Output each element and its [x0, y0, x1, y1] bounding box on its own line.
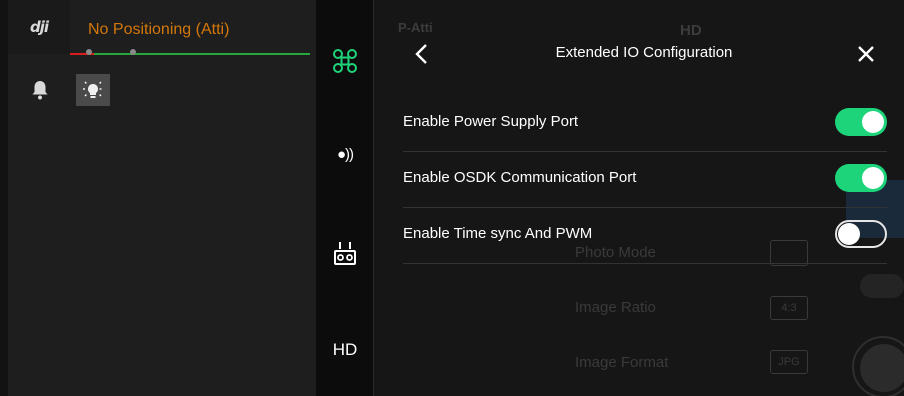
toggle-knob: [862, 167, 884, 189]
bg-image-format: Image Format: [575, 354, 669, 371]
bg-image-format-value: JPG: [770, 350, 808, 374]
hd-link-icon[interactable]: HD: [316, 340, 374, 360]
bg-hd-indicator: HD: [680, 22, 702, 39]
bg-image-ratio-value: 4:3: [770, 296, 808, 320]
osdk-port-label: Enable OSDK Communication Port: [403, 169, 637, 186]
power-supply-label: Enable Power Supply Port: [403, 113, 579, 130]
status-dot: [86, 49, 92, 55]
time-sync-label: Enable Time sync And PWM: [403, 225, 593, 242]
toggle-knob: [862, 111, 884, 133]
left-status-panel: [8, 0, 316, 396]
bg-image-ratio: Image Ratio: [575, 299, 656, 316]
bg-flight-mode: P-Atti: [398, 20, 433, 35]
status-line: [70, 53, 310, 55]
signal-label: ●)): [336, 146, 354, 163]
time-sync-toggle[interactable]: [835, 220, 887, 248]
settings-sidebar: ●)) HD: [316, 0, 374, 396]
toggle-knob: [838, 223, 860, 245]
flight-mode-label[interactable]: No Positioning (Atti): [88, 21, 229, 39]
panel-title: Extended IO Configuration: [555, 44, 733, 61]
power-supply-row: Enable Power Supply Port: [403, 95, 887, 152]
power-supply-toggle[interactable]: [835, 108, 887, 136]
remote-controller-icon[interactable]: [316, 240, 374, 266]
osdk-port-row: Enable OSDK Communication Port: [403, 151, 887, 208]
time-sync-row: Enable Time sync And PWM: [403, 207, 887, 264]
bg-shutter-button: [860, 344, 904, 392]
back-button[interactable]: [412, 42, 432, 66]
osdk-port-toggle[interactable]: [835, 164, 887, 192]
extended-io-panel: P-Atti HD Photo Mode Image Ratio 4:3 Ima…: [374, 0, 904, 396]
close-button[interactable]: [854, 42, 878, 66]
aircraft-icon[interactable]: [316, 48, 374, 74]
logo-text: dji: [29, 18, 49, 36]
dji-logo: dji: [8, 0, 70, 54]
status-dot: [130, 49, 136, 55]
auxiliary-light-icon[interactable]: [76, 74, 110, 106]
bg-toggle: [860, 274, 904, 298]
bell-icon[interactable]: [28, 78, 52, 102]
hd-label: HD: [332, 340, 358, 359]
signal-icon[interactable]: ●)): [316, 146, 374, 163]
